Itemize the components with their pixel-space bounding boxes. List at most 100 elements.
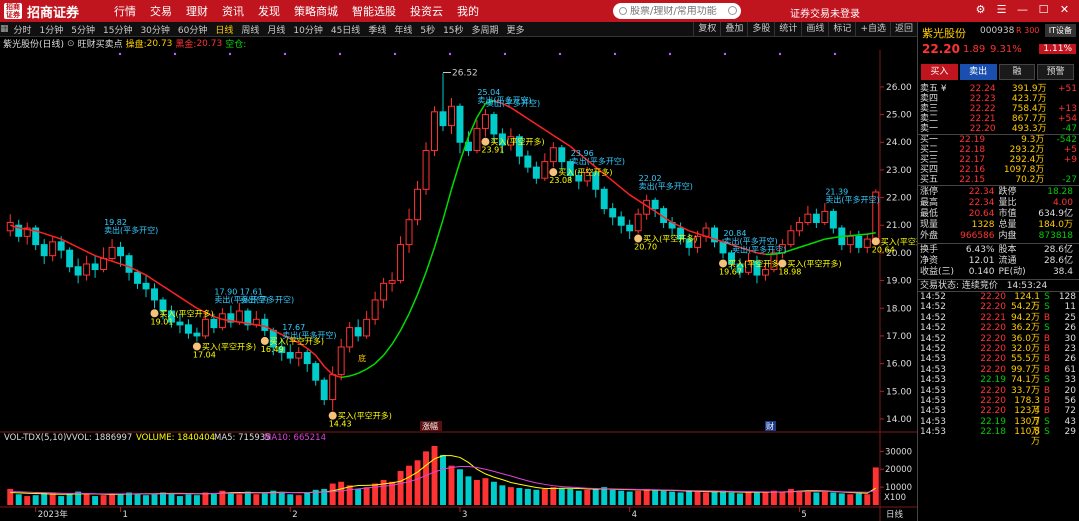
- period-tab-6[interactable]: 日线: [215, 23, 233, 36]
- menu-item-6[interactable]: 智能选股: [352, 3, 396, 19]
- period-tab-2[interactable]: 5分钟: [71, 23, 95, 36]
- toolbar-button-2[interactable]: 多股: [747, 22, 774, 37]
- menu-item-7[interactable]: 投资云: [410, 3, 443, 19]
- period-tab-12[interactable]: 年线: [394, 23, 412, 36]
- candle-body: [371, 299, 379, 320]
- price-tick-label: 22.00: [886, 194, 912, 204]
- minimize-icon[interactable]: —: [1012, 3, 1033, 16]
- menu-item-2[interactable]: 理财: [186, 3, 208, 19]
- tick-count: 56: [1064, 395, 1076, 406]
- menu-icon[interactable]: ☰: [991, 3, 1012, 16]
- menu-item-3[interactable]: 资讯: [222, 3, 244, 19]
- toolbar-button-1[interactable]: 叠加: [720, 22, 747, 37]
- ask-volume: 391.9万: [1011, 84, 1047, 94]
- toolbar-button-0[interactable]: 复权: [693, 22, 720, 37]
- menu-item-0[interactable]: 行情: [114, 3, 136, 19]
- candle-body: [812, 213, 820, 223]
- toolbar-button-5[interactable]: 标记: [828, 22, 855, 37]
- price-tick-label: 21.00: [886, 221, 912, 231]
- indicator-name[interactable]: 旺财买卖点: [78, 37, 123, 50]
- bid-price: 22.16: [959, 165, 986, 175]
- trade-status: 交易状态: 连续竞价 14:53:24: [918, 280, 1079, 292]
- period-tab-0[interactable]: 分时: [14, 23, 32, 36]
- period-tab-16[interactable]: 更多: [507, 23, 525, 36]
- candle-body: [286, 352, 294, 359]
- toolbar-button-3[interactable]: 统计: [774, 22, 801, 37]
- period-tab-14[interactable]: 15秒: [443, 23, 463, 36]
- tick-volume: 36.2万: [1010, 323, 1040, 334]
- ask-volume: 493.3万: [1011, 124, 1047, 134]
- volume-bar: [592, 488, 599, 505]
- menu-item-1[interactable]: 交易: [150, 3, 172, 19]
- volume-bar: [499, 485, 506, 505]
- menu-item-5[interactable]: 策略商城: [294, 3, 338, 19]
- period-tab-9[interactable]: 10分钟: [293, 23, 322, 36]
- kline-chart[interactable]: 26.0025.0024.0023.0022.0021.0020.0019.00…: [0, 50, 917, 521]
- trade-login-link[interactable]: 证券交易未登录: [790, 5, 860, 20]
- stat-value: 22.34: [968, 198, 995, 208]
- tick-list[interactable]: 14:52 22.20 124.1万 S 128 14:52 22.20 54.2万 S 11 14…: [918, 292, 1079, 447]
- tick-direction: S: [1044, 416, 1050, 427]
- tick-price: 22.18: [980, 427, 1006, 438]
- bid-volume: 1097.8万: [1003, 165, 1045, 175]
- volume-bar: [660, 490, 667, 505]
- period-tab-1[interactable]: 1分钟: [40, 23, 64, 36]
- volume-bar: [770, 490, 777, 505]
- period-tab-5[interactable]: 60分钟: [178, 23, 207, 36]
- search-button-icon[interactable]: [728, 6, 737, 15]
- sector-button[interactable]: IT设备: [1044, 24, 1076, 37]
- price-tick-label: 24.00: [886, 138, 912, 148]
- brand-logo[interactable]: 招商 证券 招商证券: [0, 0, 100, 22]
- trade-button-1[interactable]: 卖出: [959, 64, 997, 80]
- settings-icon[interactable]: ⊙: [67, 39, 75, 49]
- volume-bar: [151, 494, 158, 505]
- trade-button-3[interactable]: 预警: [1037, 64, 1074, 80]
- tick-direction: S: [1044, 292, 1050, 302]
- trade-button-2[interactable]: 融: [998, 64, 1036, 80]
- period-tab-4[interactable]: 30分钟: [140, 23, 169, 36]
- period-tab-11[interactable]: 季线: [368, 23, 386, 36]
- period-tab-3[interactable]: 15分钟: [103, 23, 132, 36]
- close-icon[interactable]: ✕: [1054, 3, 1075, 16]
- search-box[interactable]: [613, 3, 741, 19]
- volume-bar: [397, 471, 404, 505]
- period-tab-7[interactable]: 周线: [241, 23, 259, 36]
- search-input[interactable]: [630, 5, 730, 17]
- ask-label: 卖五 ¥: [920, 84, 947, 94]
- bid-price: 22.15: [959, 175, 986, 185]
- settings-icon[interactable]: ⚙: [970, 3, 991, 16]
- period-tab-10[interactable]: 45日线: [331, 23, 360, 36]
- candle-body: [218, 313, 226, 329]
- period-tab-15[interactable]: 多周期: [472, 23, 499, 36]
- buy-signal-price: 16.49: [261, 345, 284, 354]
- stat-cell: 流通 28.6亿: [999, 256, 1078, 267]
- candle-body: [91, 263, 99, 271]
- volume-bar: [202, 492, 209, 505]
- tick-count: 11: [1064, 302, 1076, 313]
- volume-tick-label: 20000: [885, 465, 912, 475]
- volume-bar: [804, 491, 811, 505]
- toolbar-button-6[interactable]: +自选: [855, 22, 890, 37]
- tick-count: 43: [1064, 416, 1076, 427]
- menu-item-4[interactable]: 发现: [258, 3, 280, 19]
- tick-direction: S: [1044, 375, 1050, 386]
- maximize-icon[interactable]: ☐: [1033, 3, 1054, 16]
- period-tab-8[interactable]: 月线: [267, 23, 285, 36]
- ask-row: 卖二 22.21 867.7万 +54: [918, 114, 1079, 124]
- trade-button-0[interactable]: 买入: [921, 64, 958, 80]
- toolbar-button-4[interactable]: 画线: [801, 22, 828, 37]
- menu-item-8[interactable]: 我的: [457, 3, 479, 19]
- indicator-p1-label: 操盘:: [125, 40, 147, 50]
- candle-body: [829, 210, 837, 229]
- stat-key: 最高: [920, 198, 939, 208]
- top-marker-dot: [723, 52, 727, 56]
- period-tab-13[interactable]: 5秒: [420, 23, 435, 36]
- toolbar-button-7[interactable]: 返回: [889, 22, 917, 37]
- candle-body: [57, 241, 65, 251]
- tick-time: 14:53: [920, 406, 946, 417]
- tick-volume: 178.3万: [1014, 395, 1040, 417]
- bid-volume: 9.3万: [1021, 135, 1045, 145]
- tick-row: 14:52 22.20 124.1万 S 128: [918, 292, 1079, 312]
- tick-price: 22.20: [980, 333, 1006, 344]
- layout-icon[interactable]: ▦: [0, 24, 9, 34]
